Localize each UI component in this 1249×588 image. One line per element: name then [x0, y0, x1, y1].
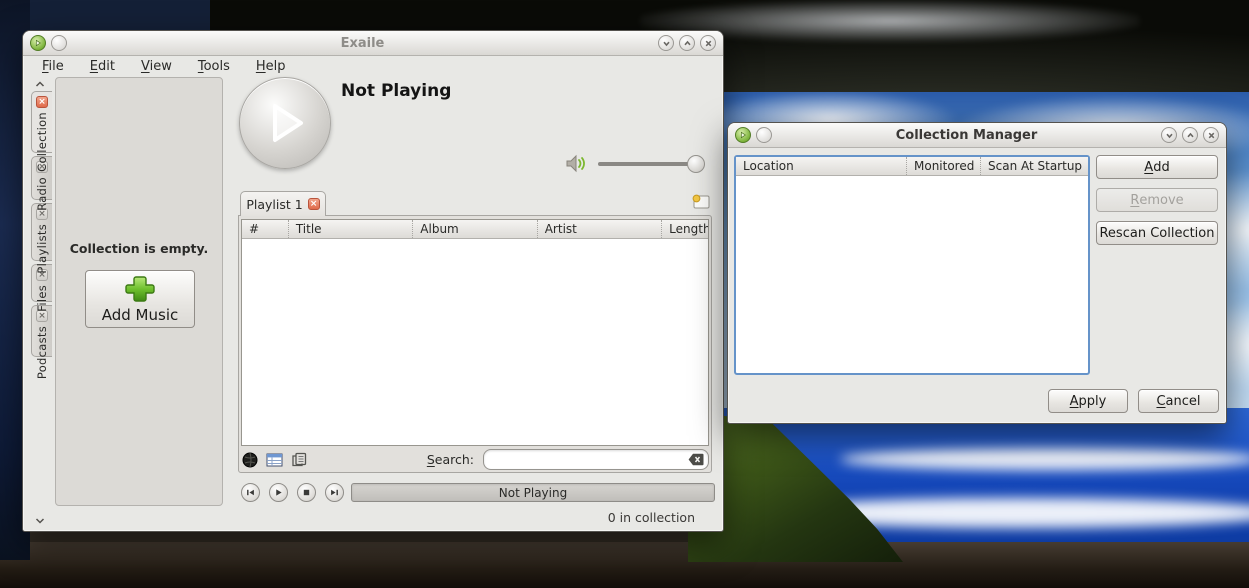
cancel-button[interactable]: Cancel — [1138, 389, 1219, 413]
sidebar-tab-label: Podcasts — [35, 326, 49, 379]
locations-table-header: Location Monitored Scan At Startup — [736, 157, 1088, 176]
playlist-toolbar: Search: — [241, 448, 709, 471]
locations-table-body[interactable] — [736, 176, 1088, 373]
add-music-label: Add Music — [102, 306, 179, 324]
menubar: File Edit View Tools Help — [23, 56, 723, 77]
sidebar-tab-podcasts[interactable]: × Podcasts — [31, 305, 52, 357]
menu-tools[interactable]: Tools — [187, 58, 241, 75]
volume-icon[interactable] — [565, 154, 587, 173]
collection-empty-message: Collection is empty. — [56, 241, 222, 256]
playlist-view-icon[interactable] — [266, 452, 284, 468]
column-title[interactable]: Title — [288, 220, 412, 238]
big-play-button[interactable] — [239, 77, 331, 169]
clear-search-icon[interactable] — [688, 453, 704, 466]
remove-button[interactable]: Remove — [1096, 188, 1218, 212]
wallpaper-sand — [0, 542, 1249, 588]
now-playing-heading: Not Playing — [341, 81, 451, 101]
close-button[interactable] — [1203, 127, 1219, 143]
sidebar-tab-playlists[interactable]: × Playlists — [31, 203, 52, 261]
play-icon — [259, 97, 311, 149]
playlist-table[interactable]: # Title Album Artist Length — [241, 219, 709, 446]
collection-count: 0 in collection — [608, 510, 695, 525]
copy-playlist-icon[interactable] — [290, 452, 308, 468]
dynamic-playlist-icon[interactable] — [241, 452, 259, 468]
column-artist[interactable]: Artist — [537, 220, 661, 238]
minimize-button[interactable] — [1161, 127, 1177, 143]
plus-icon — [125, 274, 155, 304]
collection-panel: Collection is empty. Add Music — [55, 77, 223, 506]
sidebar-tab-collection[interactable]: × Collection — [31, 91, 52, 153]
sticky-button[interactable] — [756, 127, 772, 143]
collection-manager-window: Collection Manager Location Monitored Sc… — [727, 122, 1227, 424]
volume-slider-handle[interactable] — [687, 155, 705, 173]
chevron-up-icon[interactable] — [30, 77, 50, 91]
sidebar-tab-label: Playlists — [35, 224, 49, 274]
column-scan-at-startup[interactable]: Scan At Startup — [980, 157, 1088, 175]
collection-locations-table[interactable]: Location Monitored Scan At Startup — [734, 155, 1090, 375]
close-tab-icon[interactable]: × — [36, 96, 48, 108]
new-playlist-icon[interactable] — [691, 193, 711, 210]
window-menu-button[interactable] — [30, 35, 46, 51]
maximize-button[interactable] — [1182, 127, 1198, 143]
volume-slider-track[interactable] — [598, 162, 700, 166]
close-tab-icon[interactable]: × — [36, 310, 48, 322]
window-title: Collection Manager — [777, 128, 1156, 143]
column-location[interactable]: Location — [736, 157, 906, 175]
playlist-tab-label: Playlist 1 — [246, 197, 302, 212]
playlist-table-header: # Title Album Artist Length — [242, 220, 708, 239]
maximize-button[interactable] — [679, 35, 695, 51]
close-button[interactable] — [700, 35, 716, 51]
close-playlist-tab-icon[interactable]: × — [308, 198, 320, 210]
search-label: Search: — [427, 452, 474, 467]
add-music-button[interactable]: Add Music — [85, 270, 195, 328]
apply-button[interactable]: Apply — [1048, 389, 1128, 413]
search-input[interactable] — [492, 451, 686, 468]
sidebar-tabstrip: × Collection × Radio × Playlists × Files… — [29, 77, 52, 507]
sidebar-tab-label: Files — [35, 285, 49, 312]
window-menu-button[interactable] — [735, 127, 751, 143]
minimize-button[interactable] — [658, 35, 674, 51]
collection-manager-titlebar[interactable]: Collection Manager — [728, 123, 1226, 148]
column-length[interactable]: Length — [661, 220, 708, 238]
menu-edit[interactable]: Edit — [79, 58, 126, 75]
sidebar-tab-label: Radio — [35, 177, 49, 211]
menu-help[interactable]: Help — [245, 58, 297, 75]
seek-bar-text: Not Playing — [499, 486, 567, 500]
stop-button[interactable] — [297, 483, 316, 502]
window-title: Exaile — [72, 36, 653, 51]
exaile-window: Exaile File Edit View Tools Help × Colle… — [22, 30, 724, 532]
search-entry[interactable] — [483, 449, 709, 470]
exaile-titlebar[interactable]: Exaile — [23, 31, 723, 56]
play-button[interactable] — [269, 483, 288, 502]
menu-view[interactable]: View — [130, 58, 183, 75]
add-button[interactable]: Add — [1096, 155, 1218, 179]
next-button[interactable] — [325, 483, 344, 502]
playlist-tab[interactable]: Playlist 1 × — [240, 191, 326, 216]
playlist-table-body[interactable] — [242, 239, 708, 445]
seek-bar[interactable]: Not Playing — [351, 483, 715, 502]
column-monitored[interactable]: Monitored — [906, 157, 980, 175]
previous-button[interactable] — [241, 483, 260, 502]
sticky-button[interactable] — [51, 35, 67, 51]
sidebar-tab-label: Collection — [35, 112, 49, 172]
column-number[interactable]: # — [242, 220, 288, 238]
rescan-collection-button[interactable]: Rescan Collection — [1096, 221, 1218, 245]
wallpaper-surf — [840, 448, 1249, 470]
menu-file[interactable]: File — [31, 58, 75, 75]
column-album[interactable]: Album — [412, 220, 536, 238]
statusbar: 0 in collection — [23, 510, 723, 532]
